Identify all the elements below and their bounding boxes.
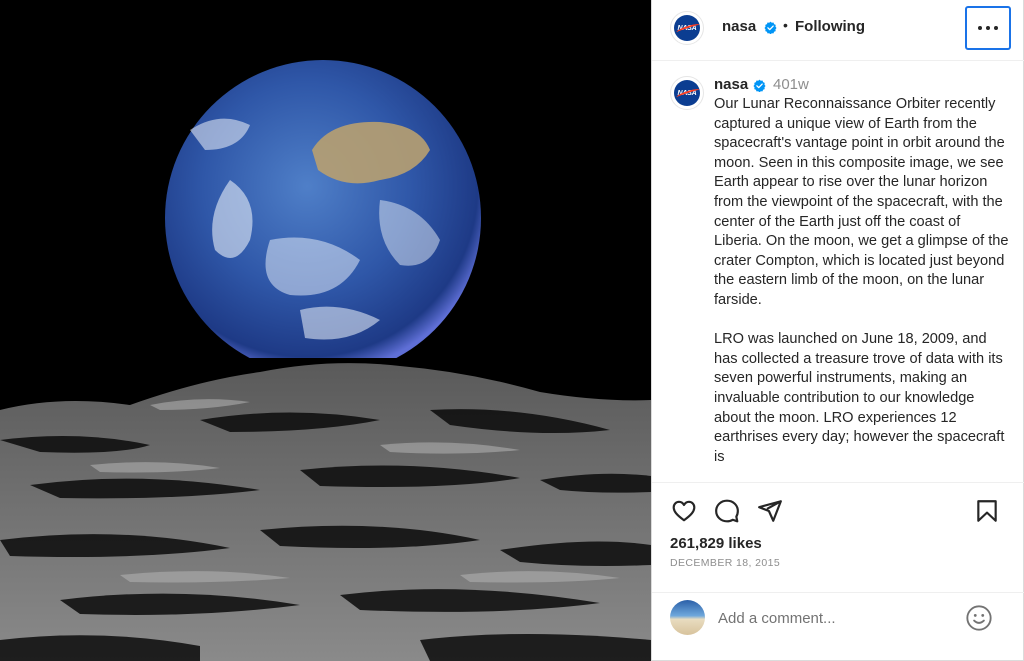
comment-bar — [652, 592, 1024, 660]
like-button[interactable] — [669, 496, 699, 526]
verified-badge-icon — [753, 79, 766, 92]
comment-bubble-icon — [715, 499, 739, 523]
earthrise-photo — [0, 0, 651, 661]
following-button[interactable]: Following — [795, 18, 865, 35]
save-button[interactable] — [972, 496, 1002, 526]
instagram-post: NASA nasa • Following NASA nasa 401w Our… — [0, 0, 1024, 661]
author-avatar[interactable]: NASA — [670, 11, 704, 45]
post-date: December 18, 2015 — [670, 557, 781, 569]
post-actions: 261,829 likes December 18, 2015 — [652, 482, 1024, 592]
nasa-logo-icon: NASA — [674, 80, 701, 106]
post-side-panel: NASA nasa • Following NASA nasa 401w Our… — [651, 0, 1024, 661]
paper-plane-icon — [758, 500, 782, 522]
emoji-smile-icon[interactable] — [965, 604, 993, 632]
comment-button[interactable] — [712, 496, 742, 526]
header-separator: • — [783, 17, 788, 33]
caption-avatar[interactable]: NASA — [670, 76, 704, 110]
post-header: NASA nasa • Following — [652, 0, 1024, 61]
author-username[interactable]: nasa — [722, 18, 756, 35]
bookmark-icon — [977, 500, 997, 522]
like-count[interactable]: 261,829 likes — [670, 535, 762, 552]
current-user-avatar — [670, 600, 705, 635]
share-button[interactable] — [755, 496, 785, 526]
post-caption: NASA nasa 401w Our Lunar Reconnaissance … — [652, 62, 1024, 482]
comment-input[interactable] — [718, 607, 948, 629]
caption-text: Our Lunar Reconnaissance Orbiter recentl… — [714, 96, 1009, 465]
post-age[interactable]: 401w — [773, 76, 809, 93]
caption-username[interactable]: nasa — [714, 76, 748, 93]
more-options-icon — [978, 26, 982, 30]
heart-icon — [672, 500, 696, 522]
verified-badge-icon — [764, 21, 777, 34]
more-options-button[interactable] — [965, 6, 1011, 50]
post-image[interactable] — [0, 0, 651, 661]
nasa-logo-icon: NASA — [674, 15, 701, 41]
